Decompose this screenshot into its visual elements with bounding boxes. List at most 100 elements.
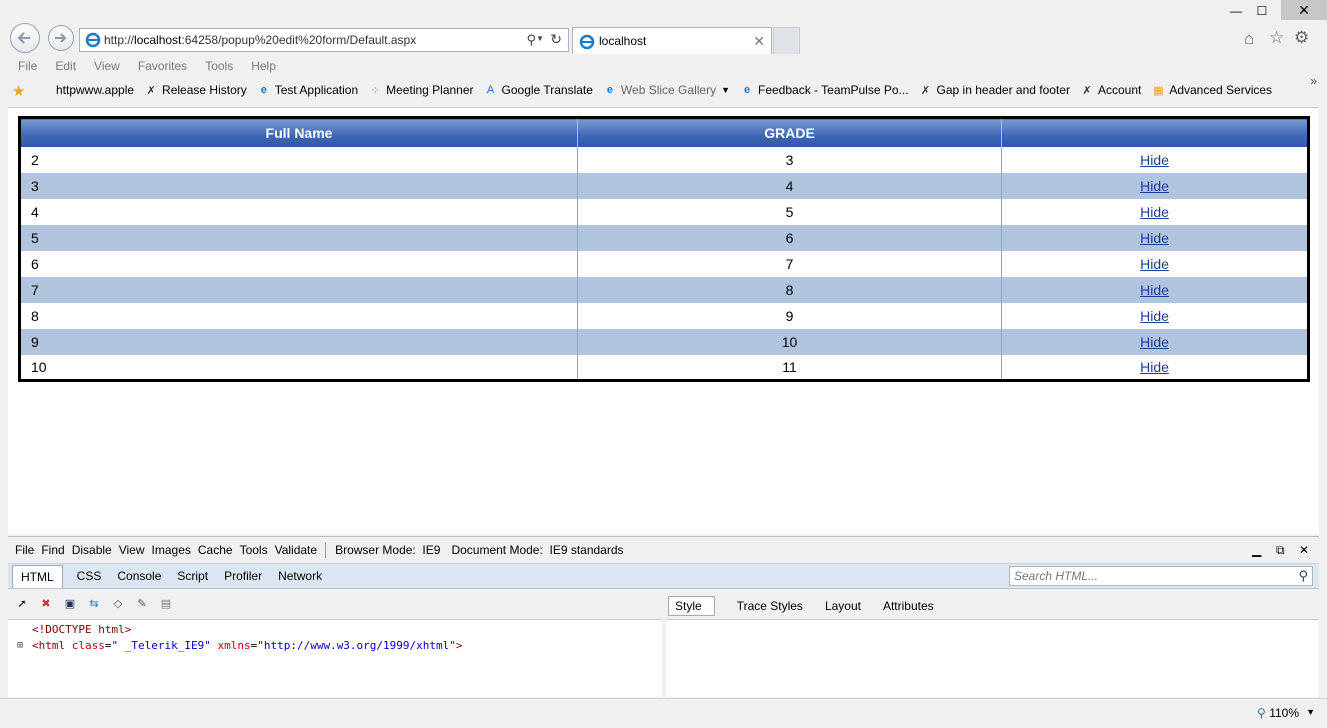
hide-link[interactable]: Hide xyxy=(1140,334,1169,350)
devtools-menu-cache[interactable]: Cache xyxy=(198,543,233,557)
favorite-link[interactable]: e Test Application xyxy=(257,83,358,97)
cell-action: Hide xyxy=(1001,172,1309,199)
dom-html-line[interactable]: ⊞ <html class=" _Telerik_IE9" xmlns="http… xyxy=(17,638,662,654)
tab-style[interactable]: Style xyxy=(668,596,715,616)
address-bar[interactable]: http://localhost:64258/popup%20edit%20fo… xyxy=(79,28,569,52)
tab-attributes[interactable]: Attributes xyxy=(883,599,934,613)
search-html-input[interactable]: Search HTML... ⚲ xyxy=(1009,566,1313,586)
devtools-menu-disable[interactable]: Disable xyxy=(72,543,112,557)
hide-link[interactable]: Hide xyxy=(1140,178,1169,194)
chevron-more-icon[interactable]: » xyxy=(1310,74,1317,88)
zoom-dropdown-icon[interactable]: ▼ xyxy=(1306,707,1315,717)
dom-doctype-line[interactable]: <!DOCTYPE html> xyxy=(32,622,662,638)
apple-icon xyxy=(38,83,52,97)
dropdown-arrow-icon[interactable]: ▼ xyxy=(721,85,730,95)
forward-button[interactable] xyxy=(48,25,74,51)
window-close-button[interactable]: ✕ xyxy=(1281,0,1327,20)
translate-icon: A xyxy=(486,84,495,96)
cell-action: Hide xyxy=(1001,250,1309,277)
refresh-icon[interactable]: ↻ xyxy=(550,31,562,48)
dropdown-arrow-icon[interactable]: ▼ xyxy=(536,34,544,43)
header-action xyxy=(1001,117,1309,147)
hide-link[interactable]: Hide xyxy=(1140,308,1169,324)
devtools-menu-file[interactable]: File xyxy=(15,543,34,557)
cell-grade: 6 xyxy=(577,224,1002,251)
hide-link[interactable]: Hide xyxy=(1140,359,1169,375)
hide-link[interactable]: Hide xyxy=(1140,204,1169,220)
close-tab-icon[interactable]: ✕ xyxy=(753,33,765,50)
clear-icon[interactable]: ✖ xyxy=(38,595,54,611)
style-pane-body xyxy=(666,619,1319,697)
new-tab-button[interactable] xyxy=(773,27,800,54)
style-pane: Style Trace Styles Layout Attributes xyxy=(666,595,1319,697)
search-icon[interactable]: ⚲ xyxy=(526,32,536,48)
favorite-link[interactable]: ✗ Account xyxy=(1080,83,1141,97)
expand-icon[interactable]: ⊞ xyxy=(17,638,23,654)
save-icon[interactable]: ▣ xyxy=(62,595,78,611)
xenon-icon: ✗ xyxy=(146,84,156,97)
cell-full-name: 5 xyxy=(19,224,578,251)
edit-icon[interactable]: ✎ xyxy=(134,595,150,611)
favorite-link[interactable]: ▦ Advanced Services xyxy=(1151,83,1272,97)
menu-file[interactable]: File xyxy=(18,56,37,76)
cell-full-name: 4 xyxy=(19,198,578,225)
gear-icon[interactable]: ⚙ xyxy=(1294,28,1309,48)
tab-trace-styles[interactable]: Trace Styles xyxy=(737,599,803,613)
table-row: 4 5 Hide xyxy=(19,198,1309,225)
tab-html[interactable]: HTML xyxy=(12,565,63,588)
menu-view[interactable]: View xyxy=(94,56,120,76)
favorites-star-icon[interactable]: ☆ xyxy=(1269,28,1284,48)
hide-link[interactable]: Hide xyxy=(1140,282,1169,298)
devtools-menu-find[interactable]: Find xyxy=(41,543,64,557)
cell-grade: 4 xyxy=(577,172,1002,199)
tab-css[interactable]: CSS xyxy=(69,569,110,588)
devtools-menu-view[interactable]: View xyxy=(119,543,145,557)
devtools-menu-images[interactable]: Images xyxy=(152,543,191,557)
word-wrap-icon[interactable]: ▤ xyxy=(158,595,174,611)
cell-action: Hide xyxy=(1001,146,1309,173)
browser-mode-menu[interactable]: Browser Mode: IE9 xyxy=(335,543,440,557)
zoom-level[interactable]: ⚲ 110% xyxy=(1257,706,1299,720)
cell-full-name: 10 xyxy=(19,354,578,381)
forward-arrow-icon xyxy=(55,33,67,43)
menu-tools[interactable]: Tools xyxy=(205,56,233,76)
menu-favorites[interactable]: Favorites xyxy=(138,56,187,76)
add-favorite-star-icon[interactable]: ★ xyxy=(12,82,25,100)
dom-view-icon[interactable]: ◇ xyxy=(110,595,126,611)
home-icon[interactable]: ⌂ xyxy=(1244,29,1254,49)
hide-link[interactable]: Hide xyxy=(1140,256,1169,272)
menu-help[interactable]: Help xyxy=(251,56,276,76)
devtools-menu-tools[interactable]: Tools xyxy=(240,543,268,557)
hide-link[interactable]: Hide xyxy=(1140,152,1169,168)
devtools-minimize-icon[interactable]: ▁ xyxy=(1252,543,1261,557)
favorite-link[interactable]: A Google Translate xyxy=(484,83,593,97)
tab-layout[interactable]: Layout xyxy=(825,599,861,613)
devtools-close-icon[interactable]: ✕ xyxy=(1299,543,1309,557)
favorite-link[interactable]: e Web Slice Gallery ▼ xyxy=(603,83,730,97)
tab-profiler[interactable]: Profiler xyxy=(216,569,270,588)
back-button[interactable] xyxy=(10,23,40,53)
menu-edit[interactable]: Edit xyxy=(55,56,76,76)
refresh-icon[interactable]: ⇆ xyxy=(86,595,102,611)
cell-grade: 7 xyxy=(577,250,1002,277)
hide-link[interactable]: Hide xyxy=(1140,230,1169,246)
favorite-link[interactable]: ✗ Gap in header and footer xyxy=(919,83,1070,97)
document-mode-menu[interactable]: Document Mode: IE9 standards xyxy=(451,543,623,557)
favorite-link[interactable]: ✗ Release History xyxy=(144,83,246,97)
favorite-link[interactable]: e Feedback - TeamPulse Po... xyxy=(740,83,909,97)
browser-tab[interactable]: localhost ✕ xyxy=(572,27,772,54)
favorite-link[interactable]: httpwww.apple xyxy=(38,83,134,97)
favorite-link[interactable]: ⁘ Meeting Planner xyxy=(368,83,474,97)
devtools-unpin-icon[interactable]: ⧉ xyxy=(1276,543,1285,558)
cell-action: Hide xyxy=(1001,302,1309,329)
devtools-menu-validate[interactable]: Validate xyxy=(275,543,317,557)
minimize-icon[interactable]: — xyxy=(1223,3,1249,19)
search-icon[interactable]: ⚲ xyxy=(1298,568,1308,584)
tab-network[interactable]: Network xyxy=(270,569,330,588)
tab-console[interactable]: Console xyxy=(109,569,169,588)
tab-script[interactable]: Script xyxy=(169,569,216,588)
select-element-icon[interactable]: ➚ xyxy=(14,595,30,611)
page-content: Full Name GRADE 2 3 Hide 3 4 Hide 4 5 Hide 5 6 Hide… xyxy=(8,107,1319,534)
maximize-icon[interactable]: ☐ xyxy=(1249,3,1275,19)
favorites-bar: ★ httpwww.apple ✗ Release History e Test A… xyxy=(0,78,1327,104)
